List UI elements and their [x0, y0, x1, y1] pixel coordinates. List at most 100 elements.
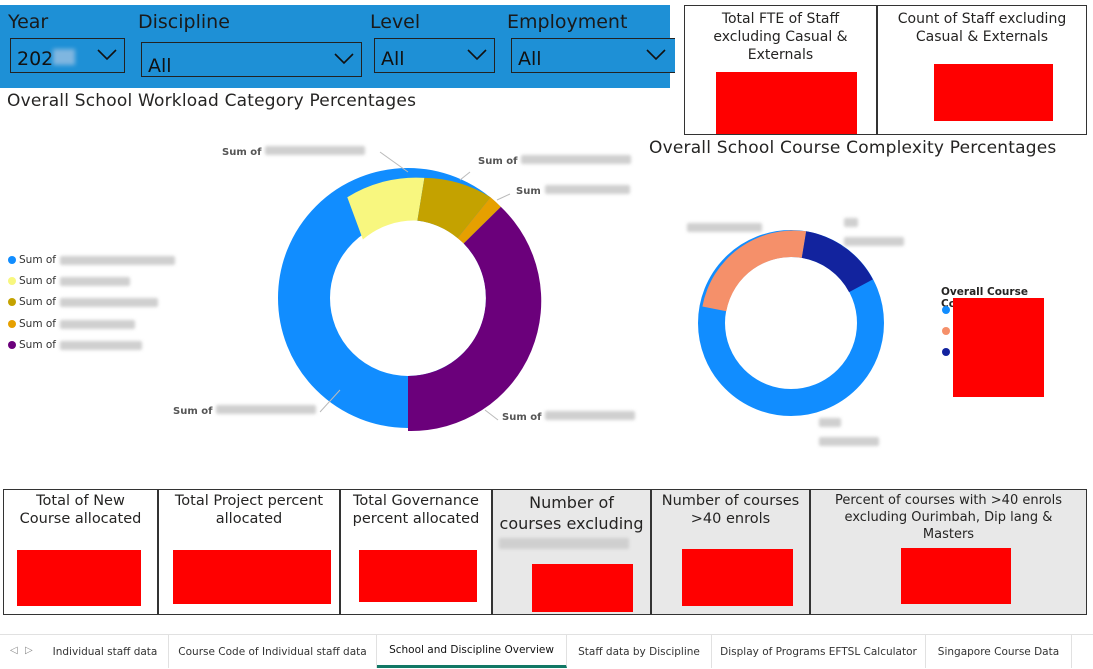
leader-line — [496, 193, 511, 201]
redacted-text — [521, 155, 632, 164]
workload-legend-item[interactable]: Sum of — [8, 254, 176, 266]
data-label-text: Sum — [516, 186, 541, 197]
workload-data-label: Sum of — [222, 146, 366, 158]
percent-courses-title: Percent of courses with >40 enrols exclu… — [835, 493, 1062, 542]
legend-dot[interactable] — [942, 327, 950, 335]
complexity-label — [840, 212, 904, 250]
governance-card[interactable]: Total Governance percent allocated — [340, 489, 492, 615]
redacted-text — [499, 538, 629, 549]
legend-dot — [8, 341, 16, 349]
chevron-down-icon — [97, 49, 117, 61]
tab-singapore-course[interactable]: Singapore Course Data — [926, 635, 1072, 668]
workload-data-label: Sum of — [502, 411, 636, 423]
courses-excluding-value-redacted — [532, 564, 633, 612]
courses-excluding-title: Number of courses excluding — [499, 493, 644, 533]
tab-staff-by-discipline[interactable]: Staff data by Discipline — [567, 635, 712, 668]
workload-data-label: Sum of — [478, 155, 632, 167]
governance-title: Total Governance percent allocated — [352, 493, 480, 527]
workload-legend-item[interactable]: Sum of — [8, 339, 143, 351]
new-course-value-redacted — [17, 550, 141, 606]
leader-line — [484, 409, 499, 421]
redacted-text — [60, 319, 136, 329]
legend-dot[interactable] — [942, 306, 950, 314]
year-redaction — [53, 49, 75, 65]
redacted-text — [60, 255, 176, 265]
legend-dot — [8, 298, 16, 306]
new-course-title: Total of New Course allocated — [19, 493, 142, 527]
discipline-dropdown[interactable]: All — [141, 42, 362, 77]
level-slicer-title: Level — [370, 11, 421, 33]
governance-value-redacted — [359, 550, 477, 602]
redacted-text — [60, 297, 159, 307]
complexity-chart-title: Overall School Course Complexity Percent… — [649, 138, 1057, 158]
total-fte-card[interactable]: Total FTE of Staff excluding Casual & Ex… — [684, 5, 877, 135]
legend-label: Sum of — [19, 339, 57, 351]
data-label-text: Sum of — [222, 147, 262, 158]
filter-bar: Year 202 Discipline All Level All Employ… — [0, 5, 675, 88]
total-fte-title: Total FTE of Staff excluding Casual & Ex… — [713, 11, 848, 63]
redacted-text — [60, 340, 143, 350]
tab-individual-staff-data[interactable]: Individual staff data — [42, 635, 169, 668]
chevron-down-icon — [646, 49, 666, 61]
year-dropdown[interactable]: 202 — [10, 38, 125, 73]
donut-segment-research[interactable] — [408, 206, 542, 432]
redacted-text — [265, 146, 366, 155]
page-tabs: ◁ ▷ Individual staff data Course Code of… — [0, 634, 1093, 669]
workload-legend-item[interactable]: Sum of — [8, 275, 131, 287]
redacted-text — [687, 223, 762, 232]
donut-segment-medium[interactable] — [702, 230, 807, 312]
discipline-value: All — [148, 55, 172, 77]
tab-programs-eftsl[interactable]: Display of Programs EFTSL Calculator — [712, 635, 926, 668]
data-label-text: Sum of — [478, 156, 518, 167]
level-value: All — [381, 48, 405, 70]
courses-excluding-card[interactable]: Number of courses excluding — [492, 489, 651, 615]
chevron-down-icon — [334, 53, 354, 65]
courses-40-card[interactable]: Number of courses >40 enrols — [651, 489, 810, 615]
staff-count-value-redacted — [934, 64, 1053, 121]
workload-data-label: Sum of — [173, 405, 317, 417]
complexity-label — [683, 217, 762, 236]
discipline-slicer-title: Discipline — [138, 11, 230, 33]
legend-label: Sum of — [19, 254, 57, 266]
percent-courses-value-redacted — [901, 548, 1011, 604]
legend-dot — [8, 256, 16, 264]
legend-label: Sum of — [19, 318, 57, 330]
year-slicer-title: Year — [8, 11, 49, 33]
year-value: 202 — [17, 48, 54, 70]
level-dropdown[interactable]: All — [374, 38, 495, 73]
redacted-text — [844, 237, 904, 246]
project-value-redacted — [173, 550, 331, 604]
data-label-text: Sum of — [173, 406, 213, 417]
courses-40-title: Number of courses >40 enrols — [661, 493, 800, 527]
redacted-text — [60, 276, 131, 286]
workload-legend-item[interactable]: Sum of — [8, 318, 136, 330]
complexity-label — [815, 412, 879, 450]
complexity-legend-redacted — [953, 298, 1044, 397]
new-course-card[interactable]: Total of New Course allocated — [3, 489, 158, 615]
legend-dot[interactable] — [942, 348, 950, 356]
leader-line — [459, 171, 471, 181]
employment-slicer-title: Employment — [507, 11, 628, 33]
staff-count-card[interactable]: Count of Staff excluding Casual & Extern… — [877, 5, 1087, 135]
legend-label: Sum of — [19, 296, 57, 308]
next-page-icon[interactable]: ▷ — [25, 645, 33, 656]
workload-legend-item[interactable]: Sum of — [8, 296, 159, 308]
project-card[interactable]: Total Project percent allocated — [158, 489, 340, 615]
redacted-text — [819, 418, 841, 427]
redacted-text — [819, 437, 879, 446]
complexity-donut-chart[interactable] — [690, 222, 900, 427]
courses-40-value-redacted — [682, 549, 793, 606]
tab-course-code[interactable]: Course Code of Individual staff data — [169, 635, 377, 668]
employment-dropdown[interactable]: All — [511, 38, 675, 73]
prev-page-icon[interactable]: ◁ — [10, 645, 18, 656]
workload-chart-title: Overall School Workload Category Percent… — [7, 91, 417, 111]
staff-count-title: Count of Staff excluding Casual & Extern… — [897, 11, 1067, 45]
workload-data-label: Sum — [516, 185, 630, 197]
legend-label: Sum of — [19, 275, 57, 287]
legend-dot — [8, 320, 16, 328]
percent-courses-card[interactable]: Percent of courses with >40 enrols exclu… — [810, 489, 1087, 615]
chevron-down-icon — [467, 49, 487, 61]
employment-value: All — [518, 48, 542, 70]
redacted-text — [544, 185, 630, 194]
tab-school-discipline-overview[interactable]: School and Discipline Overview — [377, 635, 567, 668]
